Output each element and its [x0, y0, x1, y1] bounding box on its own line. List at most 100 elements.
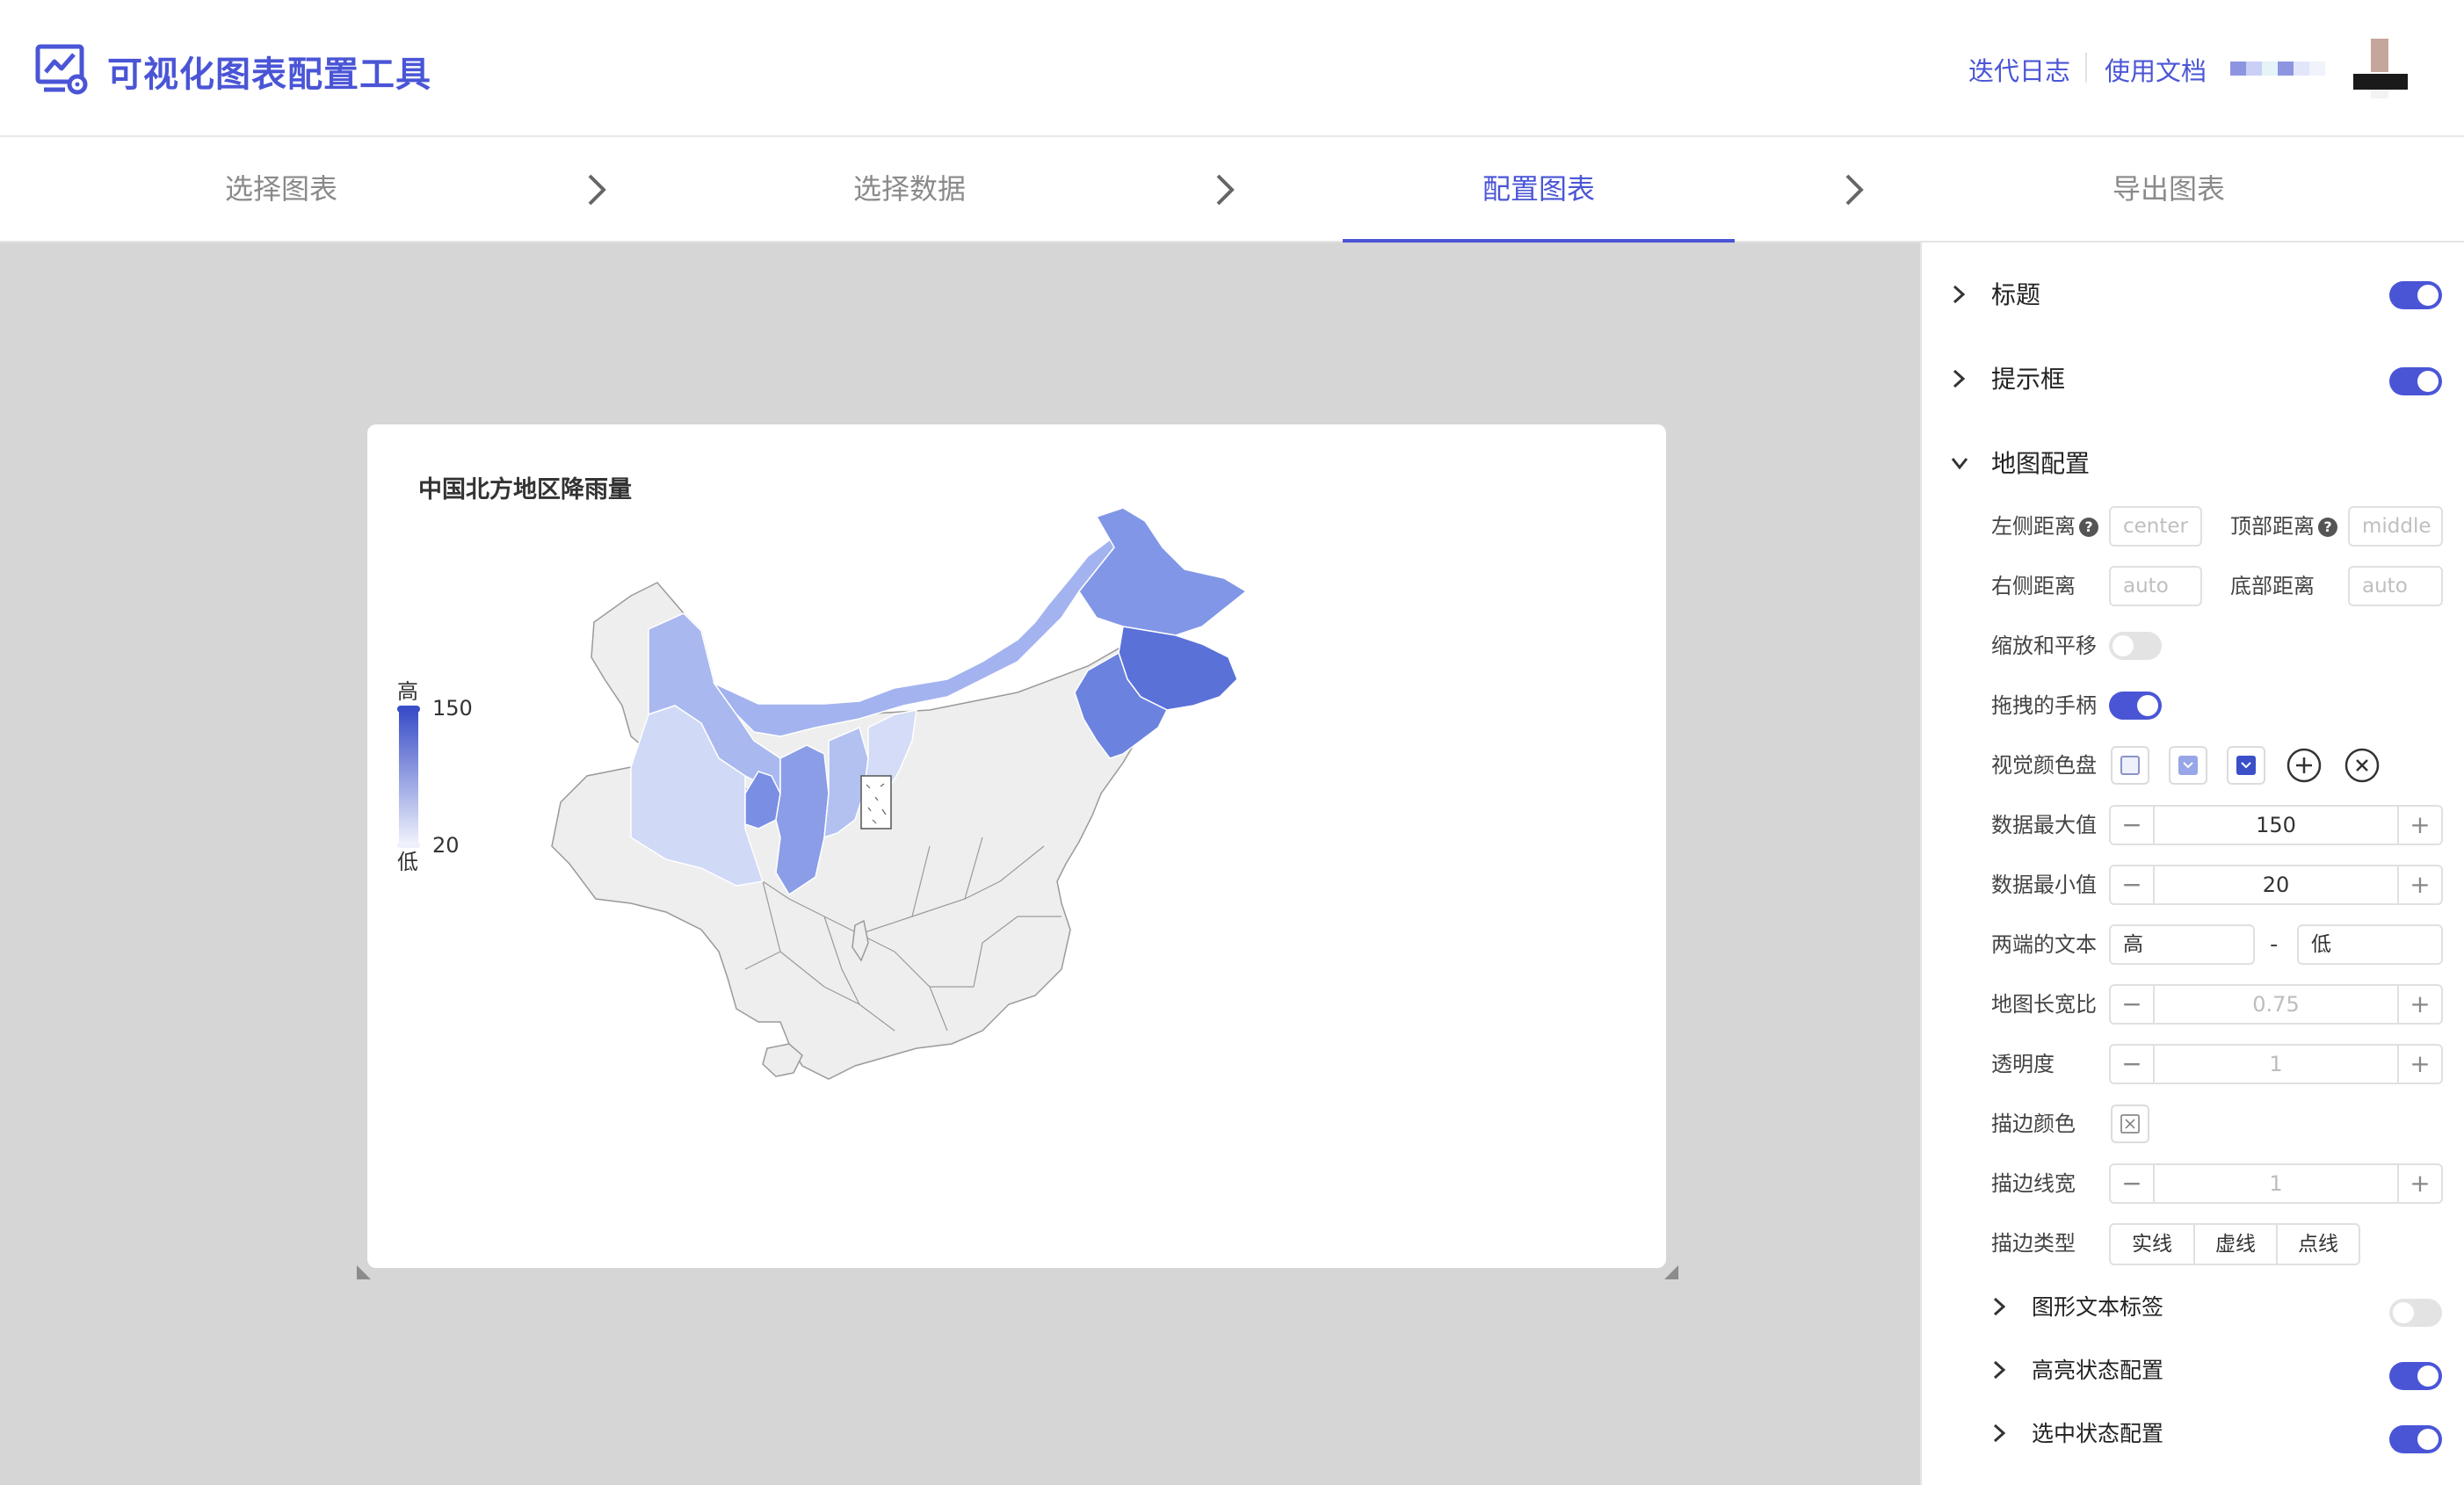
legend-max-value: 150	[432, 696, 473, 721]
border-type-label: 描边类型	[1991, 1231, 2076, 1256]
border-width-increment[interactable]: +	[2397, 1165, 2441, 1202]
chevron-right-icon	[588, 174, 606, 206]
section-title-label: 标题	[1991, 280, 2041, 309]
border-width-stepper: − 1 +	[2109, 1163, 2443, 1204]
legend-handle-bottom[interactable]	[397, 843, 420, 848]
docs-link[interactable]: 使用文档	[2105, 51, 2207, 88]
data-max-label: 数据最大值	[1991, 813, 2097, 837]
legend-gradient-bar[interactable]	[399, 711, 418, 843]
step-configure-chart[interactable]: 配置图表	[1343, 137, 1735, 243]
aspect-ratio-value[interactable]: 0.75	[2155, 986, 2397, 1023]
user-avatar[interactable]	[2353, 39, 2408, 98]
data-max-stepper: − 150 +	[2109, 805, 2443, 845]
opacity-value[interactable]: 1	[2155, 1046, 2397, 1083]
chevron-right-icon	[1953, 285, 1966, 304]
changelog-link[interactable]: 迭代日志	[1968, 51, 2070, 88]
section-map-config[interactable]: 地图配置	[1951, 446, 2267, 482]
palette-color-high[interactable]	[2227, 746, 2265, 785]
remove-color-icon[interactable]	[2344, 747, 2381, 784]
app-title: 可视化图表配置工具	[107, 54, 431, 95]
border-type-solid[interactable]: 实线	[2111, 1225, 2195, 1264]
step-select-chart[interactable]: 选择图表	[0, 137, 562, 241]
help-icon[interactable]: ?	[2318, 518, 2337, 537]
right-distance-input[interactable]: auto	[2109, 566, 2202, 606]
end-text-low-input[interactable]: 低	[2297, 924, 2443, 965]
user-name-mosaic	[2230, 62, 2325, 76]
chevron-down-icon	[2178, 756, 2198, 775]
opacity-label: 透明度	[1991, 1052, 2055, 1076]
resize-handle-right[interactable]	[1664, 1265, 1678, 1279]
chevron-down-icon	[1951, 458, 1968, 470]
data-max-decrement[interactable]: −	[2111, 807, 2155, 844]
step-export-chart[interactable]: 导出图表	[1888, 137, 2450, 241]
opacity-increment[interactable]: +	[2397, 1046, 2441, 1083]
opacity-decrement[interactable]: −	[2111, 1046, 2155, 1083]
section-select-label: 选中状态配置	[2032, 1421, 2164, 1446]
add-color-icon[interactable]	[2286, 747, 2323, 784]
end-text-separator: -	[2270, 931, 2279, 958]
bottom-distance-label: 底部距离	[2230, 574, 2315, 598]
border-color-label: 描边颜色	[1991, 1112, 2076, 1136]
legend-high-label: 高	[397, 679, 418, 704]
section-emphasis[interactable]: 高亮状态配置	[1991, 1353, 2281, 1388]
aspect-ratio-stepper: − 0.75 +	[2109, 984, 2443, 1025]
chart-preview-card: 中国北方地区降雨量 高 150 20 低	[367, 424, 1666, 1268]
chevron-right-icon	[1993, 1360, 2006, 1380]
border-type-dashed[interactable]: 虚线	[2195, 1225, 2278, 1264]
title-toggle[interactable]	[2389, 281, 2442, 309]
right-distance-label: 右侧距离	[1991, 574, 2076, 598]
graphic-label-toggle[interactable]	[2389, 1299, 2442, 1327]
aspect-ratio-increment[interactable]: +	[2397, 986, 2441, 1023]
drag-handle-label: 拖拽的手柄	[1991, 693, 2097, 718]
map-region-heilongjiang	[1078, 507, 1248, 636]
visual-palette-label: 视觉颜色盘	[1991, 753, 2097, 778]
header-divider	[2085, 53, 2087, 83]
border-width-value[interactable]: 1	[2155, 1165, 2397, 1202]
palette-color-low[interactable]	[2111, 746, 2149, 785]
roam-toggle[interactable]	[2109, 632, 2162, 660]
section-title[interactable]: 标题	[1951, 278, 2267, 313]
section-graphic-label[interactable]: 图形文本标签	[1991, 1290, 2281, 1325]
aspect-ratio-decrement[interactable]: −	[2111, 986, 2155, 1023]
chevron-right-icon	[1993, 1423, 2006, 1443]
chart-config-logo-icon	[35, 44, 88, 95]
border-color-picker[interactable]	[2111, 1105, 2149, 1143]
section-tooltip-label: 提示框	[1991, 365, 2066, 394]
top-distance-label: 顶部距离?	[2230, 506, 2337, 547]
data-min-increment[interactable]: +	[2397, 866, 2441, 903]
end-text-label: 两端的文本	[1991, 932, 2097, 957]
data-min-stepper: − 20 +	[2109, 865, 2443, 905]
tooltip-toggle[interactable]	[2389, 367, 2442, 395]
resize-handle-left[interactable]	[357, 1265, 371, 1279]
section-tooltip[interactable]: 提示框	[1951, 362, 2267, 397]
data-max-increment[interactable]: +	[2397, 807, 2441, 844]
china-rainfall-map: 高 150 20 低	[397, 507, 1248, 1080]
chevron-right-icon	[1993, 1297, 2006, 1316]
section-graphic-label-label: 图形文本标签	[2032, 1294, 2164, 1320]
data-max-value[interactable]: 150	[2155, 807, 2397, 844]
bottom-distance-input[interactable]: auto	[2348, 566, 2443, 606]
wizard-steps: 选择图表 选择数据 配置图表 导出图表	[0, 137, 2464, 243]
chevron-right-icon	[1216, 174, 1235, 206]
data-min-value[interactable]: 20	[2155, 866, 2397, 903]
legend-min-value: 20	[432, 833, 460, 858]
select-toggle[interactable]	[2389, 1425, 2442, 1453]
help-icon[interactable]: ?	[2079, 518, 2098, 537]
roam-label: 缩放和平移	[1991, 634, 2097, 658]
top-distance-input[interactable]: middle	[2348, 506, 2443, 547]
palette-color-mid[interactable]	[2169, 746, 2207, 785]
section-select[interactable]: 选中状态配置	[1991, 1416, 2281, 1452]
border-type-dotted[interactable]: 点线	[2278, 1225, 2359, 1264]
emphasis-toggle[interactable]	[2389, 1362, 2442, 1390]
step-select-data[interactable]: 选择数据	[628, 137, 1191, 241]
palette-color-low-chip	[2120, 756, 2140, 775]
no-color-icon	[2120, 1114, 2140, 1134]
section-emphasis-label: 高亮状态配置	[2032, 1358, 2164, 1383]
left-distance-input[interactable]: center	[2109, 506, 2202, 547]
drag-handle-toggle[interactable]	[2109, 692, 2162, 720]
data-min-decrement[interactable]: −	[2111, 866, 2155, 903]
opacity-stepper: − 1 +	[2109, 1044, 2443, 1084]
border-width-decrement[interactable]: −	[2111, 1165, 2155, 1202]
south-china-sea-inset	[860, 775, 892, 829]
end-text-high-input[interactable]: 高	[2109, 924, 2255, 965]
